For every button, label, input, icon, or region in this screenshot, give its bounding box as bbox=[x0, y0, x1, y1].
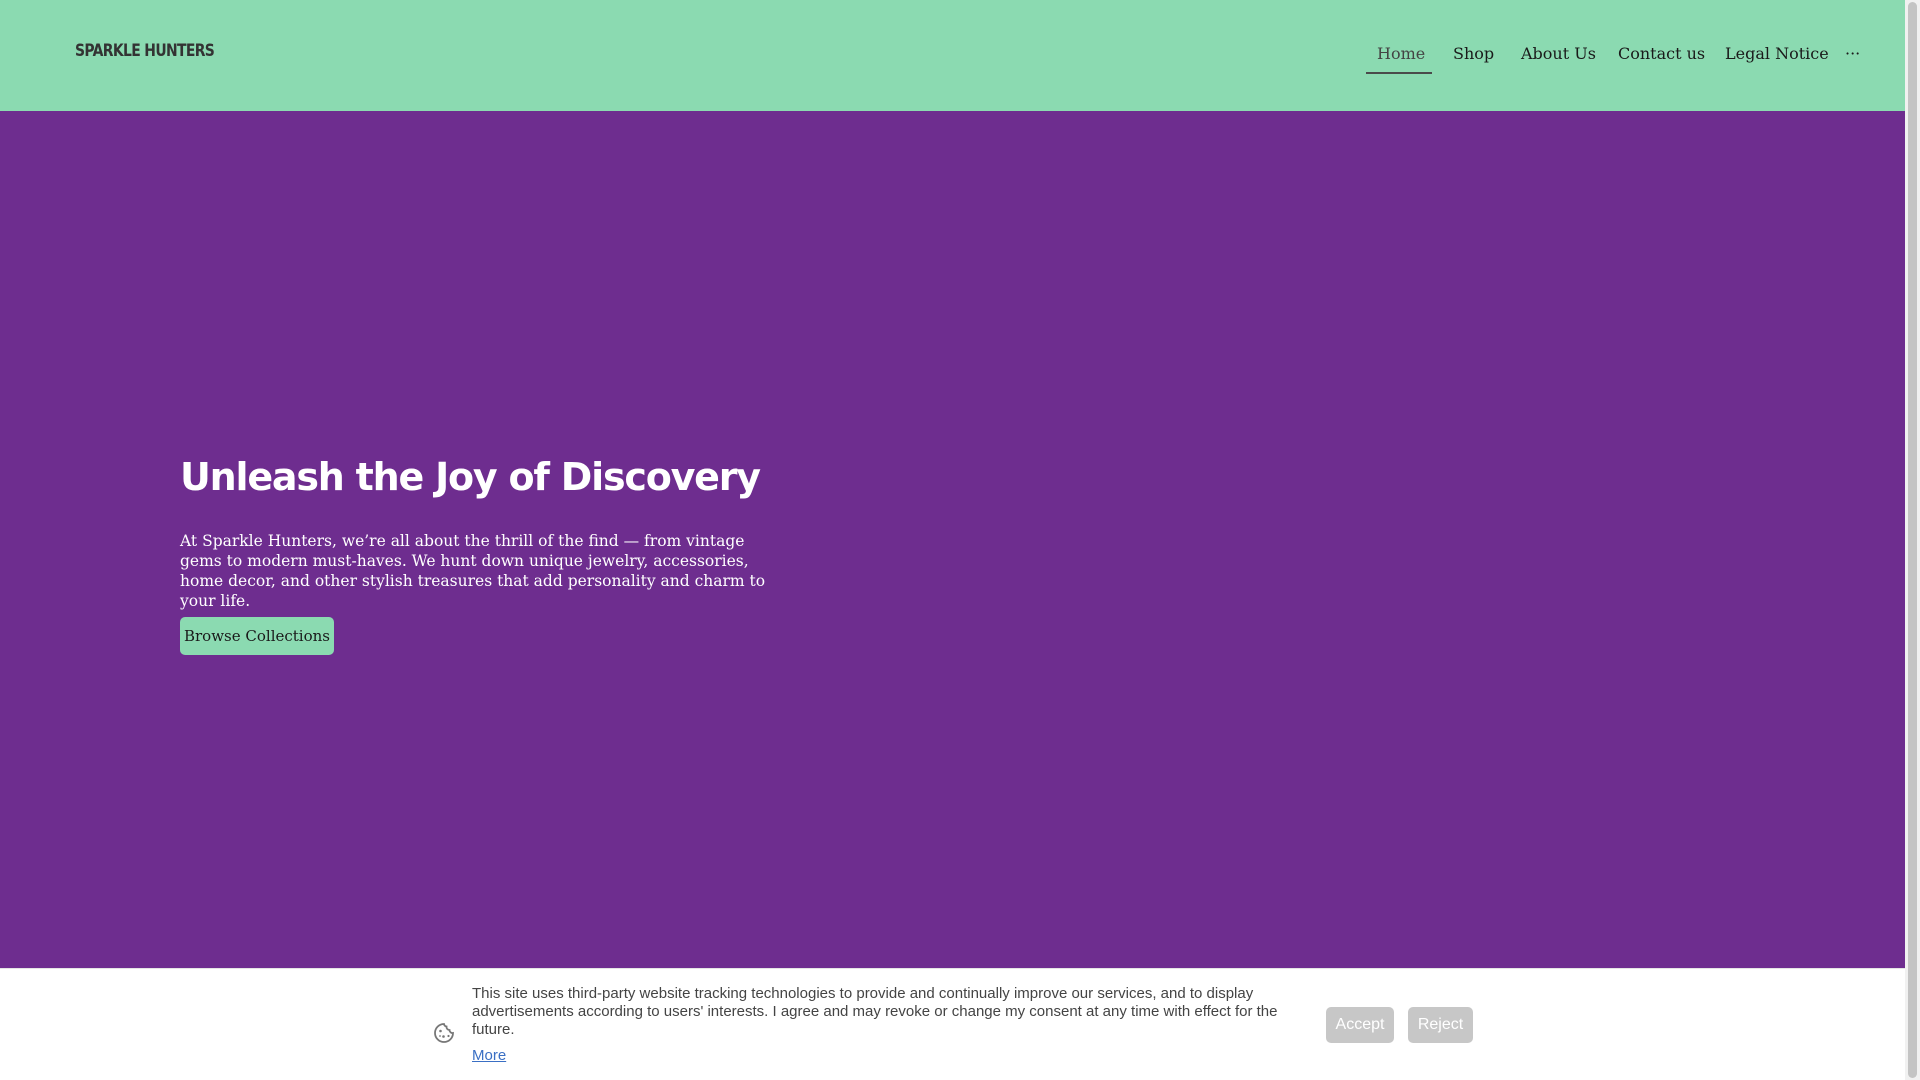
cookie-banner: This site uses third-party website track… bbox=[0, 968, 1905, 1080]
site-header: Sparkle Hunters Home Shop About Us Conta… bbox=[0, 0, 1905, 111]
nav-item-home[interactable]: Home bbox=[1377, 44, 1425, 63]
cookie-icon bbox=[434, 1023, 454, 1043]
hero-title: Unleash the Joy of Discovery bbox=[180, 455, 761, 499]
nav-item-legal-notice[interactable]: Legal Notice bbox=[1725, 44, 1829, 63]
nav-item-shop[interactable]: Shop bbox=[1453, 44, 1494, 63]
page-scrollbar[interactable] bbox=[1905, 0, 1920, 1080]
cookie-consent-text: This site uses third-party website track… bbox=[472, 985, 1278, 1038]
hero-description: At Sparkle Hunters, we’re all about the … bbox=[180, 532, 766, 610]
cookie-more-link[interactable]: More bbox=[472, 1047, 506, 1064]
nav-item-contact-us[interactable]: Contact us bbox=[1618, 44, 1705, 63]
hero-section: Unleash the Joy of Discovery At Sparkle … bbox=[0, 111, 1905, 968]
nav-active-indicator bbox=[1366, 72, 1432, 74]
nav-more-icon[interactable]: ··· bbox=[1845, 44, 1860, 63]
cookie-accept-button[interactable]: Accept bbox=[1326, 1007, 1394, 1043]
nav-item-about-us[interactable]: About Us bbox=[1521, 44, 1596, 63]
browse-collections-button[interactable]: Browse Collections bbox=[180, 617, 334, 655]
scrollbar-thumb[interactable] bbox=[1908, 2, 1917, 1078]
main-nav: Home Shop About Us Contact us Legal Noti… bbox=[0, 44, 1905, 76]
cookie-reject-button[interactable]: Reject bbox=[1408, 1007, 1473, 1043]
